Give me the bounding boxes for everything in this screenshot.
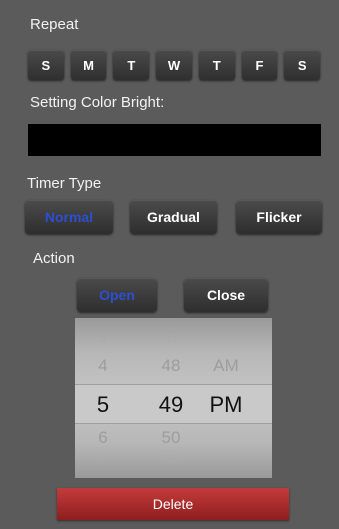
minute-option: 47: [164, 332, 178, 346]
ampm-wheel[interactable]: AM PM: [197, 318, 255, 478]
minute-option: 48: [161, 356, 181, 375]
repeat-label: Repeat: [30, 16, 79, 33]
minute-wheel[interactable]: 47 48 49 50 51: [149, 318, 193, 478]
hour-wheel[interactable]: 3 4 5 6 7: [85, 318, 121, 478]
day-button-thu[interactable]: T: [198, 50, 235, 80]
minute-option-selected: 49: [158, 392, 184, 417]
timer-gradual-button[interactable]: Gradual: [130, 200, 217, 234]
hour-option-selected: 5: [96, 392, 110, 417]
hour-option: 3: [99, 332, 107, 346]
timer-normal-button[interactable]: Normal: [25, 200, 113, 234]
timer-type-label: Timer Type: [27, 175, 102, 192]
day-button-sat[interactable]: S: [284, 50, 321, 80]
day-button-fri[interactable]: F: [241, 50, 278, 80]
repeat-days: S M T W T F S: [28, 50, 321, 80]
delete-button[interactable]: Delete: [57, 488, 289, 520]
timer-flicker-button[interactable]: Flicker: [236, 200, 322, 234]
day-button-mon[interactable]: M: [70, 50, 107, 80]
ampm-option: AM: [213, 356, 239, 375]
day-button-wed[interactable]: W: [156, 50, 192, 80]
action-label: Action: [33, 250, 75, 267]
hour-option: 6: [98, 428, 108, 447]
color-setting-label: Setting Color Bright:: [30, 94, 165, 111]
hour-option: 4: [98, 356, 108, 375]
time-picker[interactable]: 3 4 5 6 7 47 48 49 50 51 AM PM: [75, 318, 272, 478]
day-button-tue[interactable]: T: [113, 50, 150, 80]
action-close-button[interactable]: Close: [184, 278, 268, 312]
action-open-button[interactable]: Open: [77, 278, 157, 312]
color-bright-swatch[interactable]: [28, 124, 321, 156]
hour-option: 7: [99, 452, 107, 466]
minute-option: 51: [164, 452, 178, 466]
minute-option: 50: [161, 428, 181, 447]
day-button-sun[interactable]: S: [28, 50, 64, 80]
ampm-option-selected: PM: [209, 392, 243, 417]
